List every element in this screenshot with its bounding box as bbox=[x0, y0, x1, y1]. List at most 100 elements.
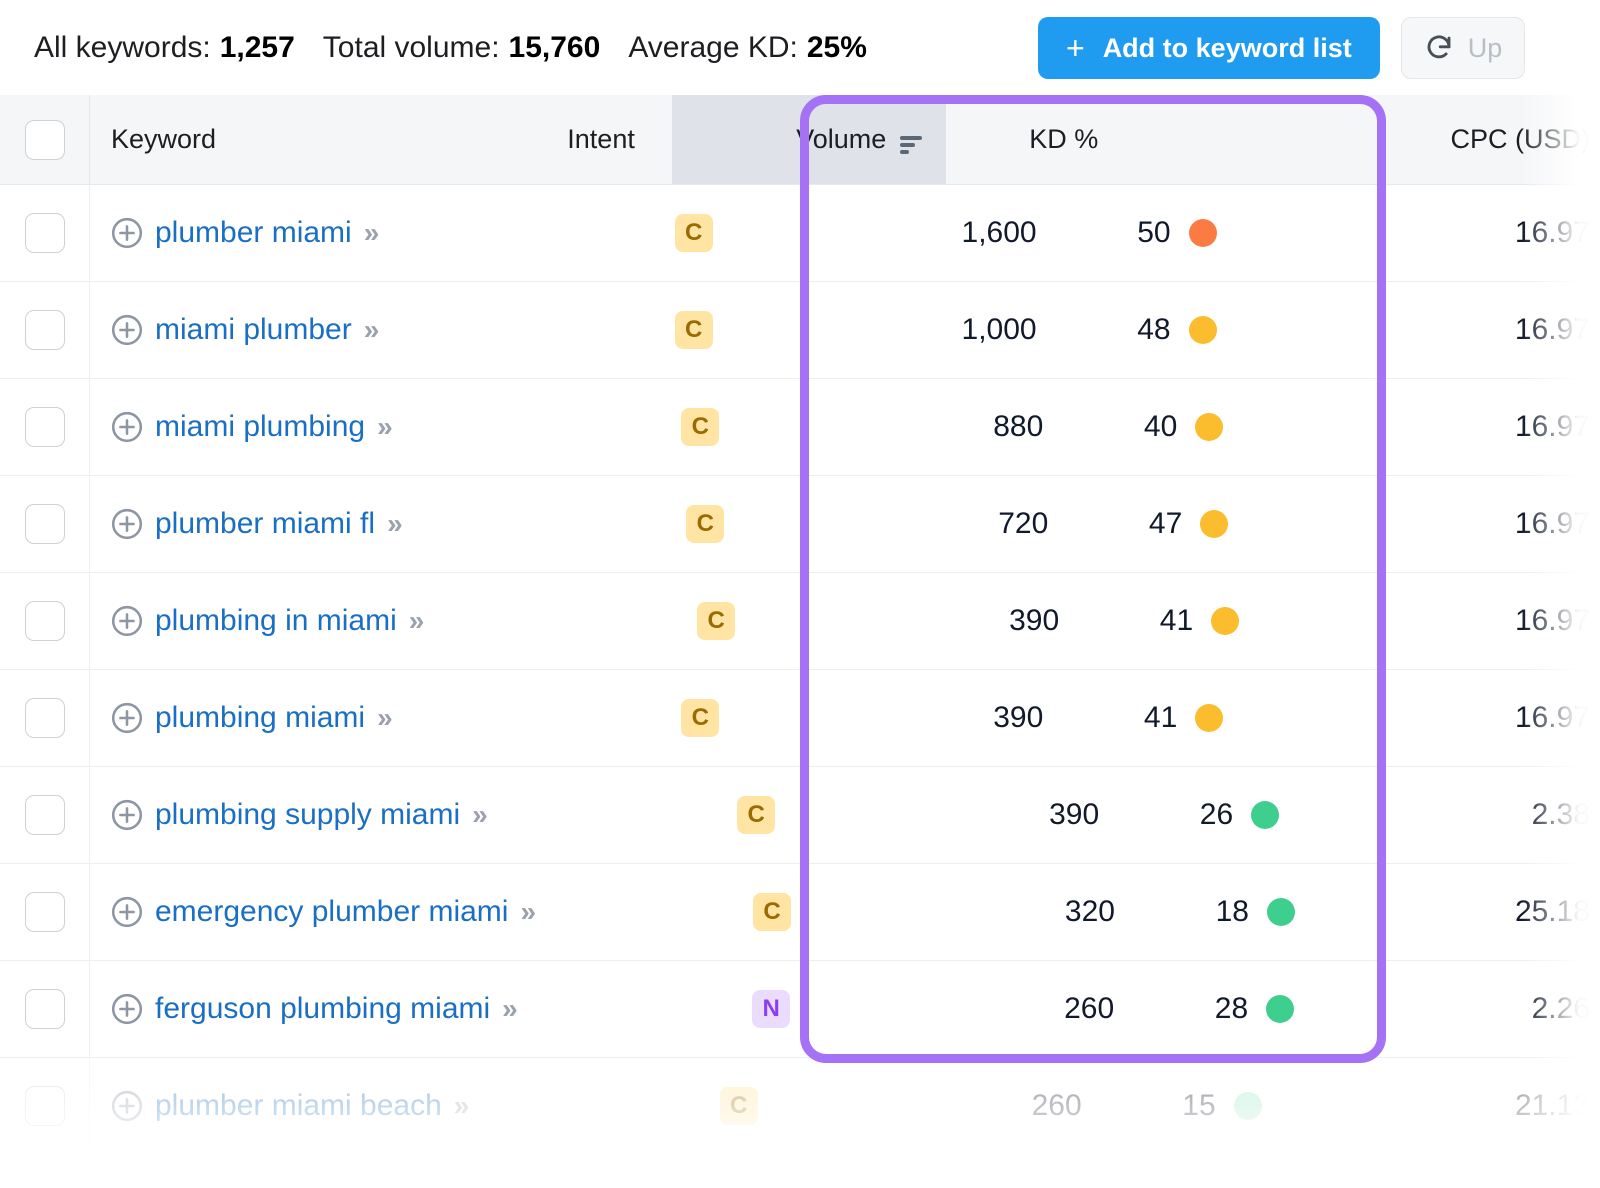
double-chevron-right-icon[interactable]: » bbox=[387, 508, 400, 540]
row-select-cell bbox=[0, 379, 90, 475]
intent-badge[interactable]: C bbox=[737, 796, 775, 834]
kd-value: 48 bbox=[1137, 313, 1170, 347]
average-kd-value: 25% bbox=[807, 31, 867, 65]
row-checkbox[interactable] bbox=[25, 504, 65, 544]
keyword-cell: miami plumber » bbox=[90, 282, 653, 378]
double-chevron-right-icon[interactable]: » bbox=[364, 217, 377, 249]
kd-difficulty-dot bbox=[1189, 316, 1217, 344]
row-select-cell bbox=[0, 573, 90, 669]
table-row-partially-visible[interactable]: plumber miami beach»C2601521.13 bbox=[0, 1058, 1600, 1155]
row-checkbox[interactable] bbox=[25, 892, 65, 932]
volume-cell: 320 bbox=[863, 864, 1137, 960]
volume-cell: 390 bbox=[807, 573, 1081, 669]
column-header-intent[interactable]: Intent bbox=[540, 95, 672, 184]
cpc-cell: 2.38 bbox=[1301, 767, 1600, 863]
keyword-link[interactable]: miami plumbing bbox=[155, 410, 365, 444]
keyword-link[interactable]: plumber miami bbox=[155, 216, 352, 250]
double-chevron-right-icon[interactable]: » bbox=[409, 605, 422, 637]
add-keyword-icon[interactable] bbox=[109, 700, 145, 736]
double-chevron-right-icon[interactable]: » bbox=[364, 314, 377, 346]
add-keyword-icon[interactable] bbox=[109, 797, 145, 833]
keywords-table: Keyword Intent Volume KD % CPC (U bbox=[0, 95, 1600, 1155]
add-keyword-icon[interactable] bbox=[109, 506, 145, 542]
row-checkbox[interactable] bbox=[25, 989, 65, 1029]
refresh-icon bbox=[1424, 33, 1454, 63]
keyword-link[interactable]: emergency plumber miami bbox=[155, 895, 508, 929]
table-row[interactable]: plumbing supply miami»C390262.38 bbox=[0, 767, 1600, 864]
kd-value: 15 bbox=[1182, 1089, 1215, 1123]
table-row[interactable]: ferguson plumbing miami»N260282.26 bbox=[0, 961, 1600, 1058]
volume-cell: 720 bbox=[796, 476, 1070, 572]
table-row[interactable]: plumbing in miami » C 3904116.97 bbox=[0, 573, 1600, 670]
table-row[interactable]: miami plumber»C1,0004816.97 bbox=[0, 282, 1600, 379]
kd-cell: 40 bbox=[1065, 379, 1245, 475]
keyword-link[interactable]: plumber miami beach bbox=[155, 1089, 442, 1123]
row-checkbox[interactable] bbox=[25, 1086, 65, 1126]
intent-badge[interactable]: N bbox=[752, 990, 790, 1028]
volume-cell: 1,600 bbox=[785, 185, 1059, 281]
kd-cell: 41 bbox=[1081, 573, 1261, 669]
intent-badge[interactable]: C bbox=[675, 214, 713, 252]
row-checkbox[interactable] bbox=[25, 795, 65, 835]
kd-difficulty-dot bbox=[1195, 704, 1223, 732]
double-chevron-right-icon[interactable]: » bbox=[377, 411, 390, 443]
all-keywords-label: All keywords: bbox=[34, 31, 211, 65]
double-chevron-right-icon[interactable]: » bbox=[502, 993, 515, 1025]
row-checkbox[interactable] bbox=[25, 601, 65, 641]
add-keyword-icon[interactable] bbox=[109, 1088, 145, 1124]
table-row[interactable]: emergency plumber miami»C3201825.18 bbox=[0, 864, 1600, 961]
select-all-cell bbox=[0, 95, 90, 184]
row-select-cell bbox=[0, 767, 90, 863]
row-checkbox[interactable] bbox=[25, 407, 65, 447]
intent-badge[interactable]: C bbox=[681, 699, 719, 737]
add-keyword-icon[interactable] bbox=[109, 312, 145, 348]
keyword-cell: ferguson plumbing miami » bbox=[90, 961, 730, 1057]
cpc-cell: 16.97 bbox=[1245, 379, 1600, 475]
kd-cell: 15 bbox=[1104, 1058, 1284, 1154]
column-header-volume[interactable]: Volume bbox=[672, 95, 946, 184]
table-row[interactable]: miami plumbing»C8804016.97 bbox=[0, 379, 1600, 476]
intent-badge[interactable]: C bbox=[675, 311, 713, 349]
row-checkbox[interactable] bbox=[25, 310, 65, 350]
row-checkbox[interactable] bbox=[25, 213, 65, 253]
add-keyword-icon[interactable] bbox=[109, 603, 145, 639]
table-row[interactable]: plumber miami»C1,6005016.97 bbox=[0, 185, 1600, 282]
keyword-link[interactable]: plumber miami fl bbox=[155, 507, 375, 541]
column-header-keyword-label: Keyword bbox=[111, 124, 216, 155]
double-chevron-right-icon[interactable]: » bbox=[520, 896, 533, 928]
kd-value: 47 bbox=[1149, 507, 1182, 541]
column-header-cpc-label: CPC (USD) bbox=[1451, 124, 1591, 155]
kd-value: 28 bbox=[1215, 992, 1248, 1026]
add-keyword-icon[interactable] bbox=[109, 215, 145, 251]
table-row[interactable]: plumbing miami»C3904116.97 bbox=[0, 670, 1600, 767]
sort-descending-icon[interactable] bbox=[898, 130, 924, 150]
keyword-link[interactable]: plumbing in miami bbox=[155, 604, 397, 638]
column-header-kd[interactable]: KD % bbox=[946, 95, 1126, 184]
add-keyword-icon[interactable] bbox=[109, 991, 145, 1027]
update-button[interactable]: Up bbox=[1401, 17, 1526, 79]
double-chevron-right-icon[interactable]: » bbox=[454, 1090, 467, 1122]
keyword-link[interactable]: ferguson plumbing miami bbox=[155, 992, 490, 1026]
table-body: plumber miami»C1,6005016.97miami plumber… bbox=[0, 185, 1600, 1155]
keyword-link[interactable]: miami plumber bbox=[155, 313, 352, 347]
select-all-checkbox[interactable] bbox=[25, 120, 65, 160]
intent-badge[interactable]: C bbox=[686, 505, 724, 543]
intent-badge[interactable]: C bbox=[697, 602, 735, 640]
keyword-link[interactable]: plumbing miami bbox=[155, 701, 365, 735]
column-header-keyword[interactable]: Keyword bbox=[90, 95, 540, 184]
intent-badge[interactable]: C bbox=[720, 1087, 758, 1125]
add-keyword-icon[interactable] bbox=[109, 894, 145, 930]
double-chevron-right-icon[interactable]: » bbox=[377, 702, 390, 734]
row-checkbox[interactable] bbox=[25, 698, 65, 738]
keyword-link[interactable]: plumbing supply miami bbox=[155, 798, 460, 832]
cpc-cell: 16.97 bbox=[1261, 573, 1600, 669]
table-row[interactable]: plumber miami fl»C7204716.97 bbox=[0, 476, 1600, 573]
kd-cell: 26 bbox=[1121, 767, 1301, 863]
add-keyword-icon[interactable] bbox=[109, 409, 145, 445]
double-chevron-right-icon[interactable]: » bbox=[472, 799, 485, 831]
intent-badge[interactable]: C bbox=[681, 408, 719, 446]
volume-cell: 390 bbox=[791, 670, 1065, 766]
add-to-keyword-list-button[interactable]: + Add to keyword list bbox=[1038, 17, 1380, 79]
intent-badge[interactable]: C bbox=[753, 893, 791, 931]
column-header-cpc[interactable]: CPC (USD) bbox=[1126, 95, 1600, 184]
